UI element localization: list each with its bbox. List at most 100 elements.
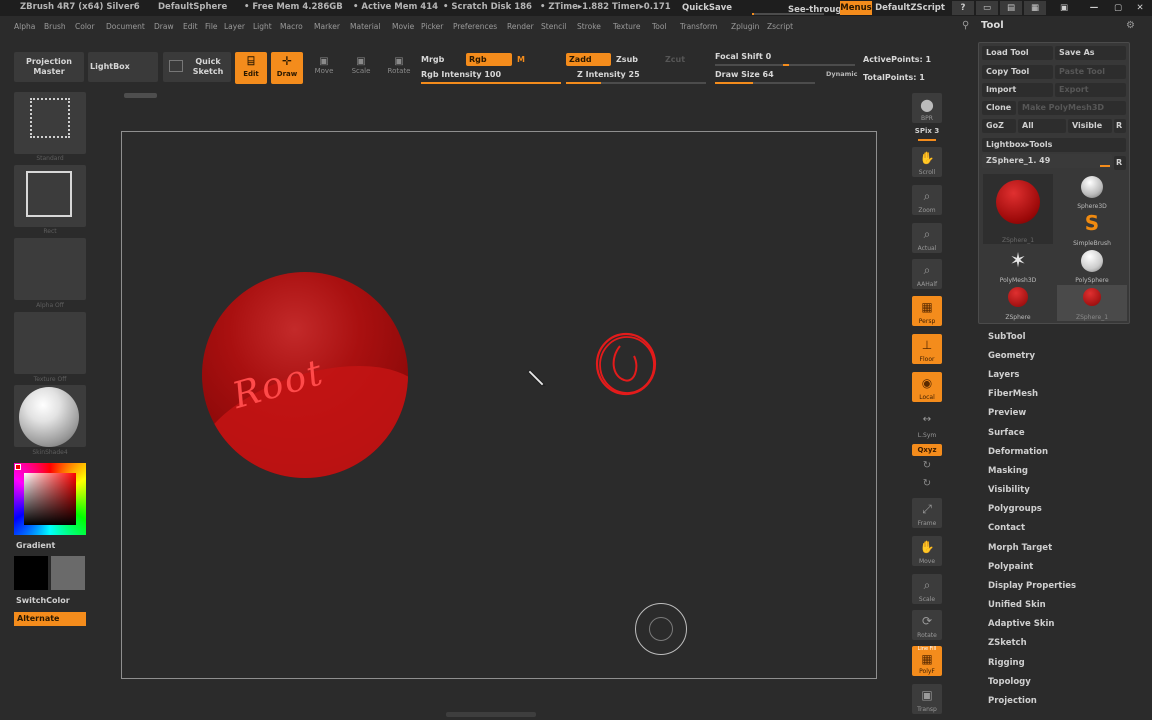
menu-movie[interactable]: Movie xyxy=(392,22,414,31)
lightbox-button[interactable]: LightBox xyxy=(88,52,158,82)
tool-thumb-zsphere[interactable]: ZSphere xyxy=(983,285,1053,321)
default-zscript-button[interactable]: DefaultZScript xyxy=(874,1,946,15)
pin-icon[interactable]: ⚲ xyxy=(962,20,969,31)
goz-visible-button[interactable]: Visible xyxy=(1068,119,1112,133)
material-selector[interactable] xyxy=(14,385,86,447)
menu-tool[interactable]: Tool xyxy=(652,22,667,31)
rgb-button[interactable]: Rgb xyxy=(466,53,512,66)
menu-draw[interactable]: Draw xyxy=(154,22,174,31)
topology-section[interactable]: Topology xyxy=(988,677,1031,687)
rgb-intensity-slider[interactable] xyxy=(421,82,561,84)
m-button[interactable]: M xyxy=(517,55,525,64)
clone-button[interactable]: Clone xyxy=(982,101,1016,115)
focal-shift-slider[interactable] xyxy=(715,64,855,66)
root-zsphere[interactable]: Root xyxy=(202,272,408,478)
zsketch-section[interactable]: ZSketch xyxy=(988,638,1027,648)
zsub-button[interactable]: Zsub xyxy=(616,55,638,64)
import-button[interactable]: Import xyxy=(982,83,1053,97)
menu-file[interactable]: File xyxy=(205,22,218,31)
stroke-selector[interactable] xyxy=(14,165,86,227)
tool-thumb-sphere3d[interactable]: Sphere3D xyxy=(1057,174,1127,210)
morph-target-section[interactable]: Morph Target xyxy=(988,543,1052,553)
close-icon[interactable]: ✕ xyxy=(1130,1,1150,15)
frame-button[interactable]: ⤢ Frame xyxy=(912,498,942,528)
draw-button[interactable]: ✛ Draw xyxy=(271,52,303,84)
menu-document[interactable]: Document xyxy=(106,22,145,31)
layers-section[interactable]: Layers xyxy=(988,370,1019,380)
aahalf-button[interactable]: ⌕ AAHalf xyxy=(912,259,942,289)
unified-skin-section[interactable]: Unified Skin xyxy=(988,600,1046,610)
lightbox-tools-button[interactable]: Lightbox▸Tools xyxy=(982,138,1126,152)
menu-light[interactable]: Light xyxy=(253,22,272,31)
scroll-button[interactable]: ✋ Scroll xyxy=(912,147,942,177)
scale-view-button[interactable]: ⌕ Scale xyxy=(912,574,942,604)
geometry-section[interactable]: Geometry xyxy=(988,351,1035,361)
tool-thumb-polysphere[interactable]: PolySphere xyxy=(1057,248,1127,284)
brush-selector[interactable] xyxy=(14,92,86,154)
goz-button[interactable]: GoZ xyxy=(982,119,1016,133)
alternate-button[interactable]: Alternate xyxy=(14,612,86,626)
bpr-button[interactable]: ● BPR xyxy=(912,93,942,123)
menu-render[interactable]: Render xyxy=(507,22,534,31)
saturation-square[interactable] xyxy=(24,473,76,525)
persp-button[interactable]: ▦ Persp xyxy=(912,296,942,326)
move-view-button[interactable]: ✋ Move xyxy=(912,536,942,566)
alpha-selector[interactable] xyxy=(14,238,86,300)
help-icon[interactable]: ? xyxy=(952,1,974,15)
subtool-section[interactable]: SubTool xyxy=(988,332,1026,342)
layout-icon[interactable]: ▭ xyxy=(976,1,998,15)
menu-color[interactable]: Color xyxy=(75,22,95,31)
menu-layer[interactable]: Layer xyxy=(224,22,245,31)
menu-material[interactable]: Material xyxy=(350,22,380,31)
switch-color-button[interactable]: SwitchColor xyxy=(16,596,70,605)
fibermesh-section[interactable]: FiberMesh xyxy=(988,389,1038,399)
visibility-section[interactable]: Visibility xyxy=(988,485,1030,495)
menu-stroke[interactable]: Stroke xyxy=(577,22,601,31)
masking-section[interactable]: Masking xyxy=(988,466,1028,476)
tile-icon[interactable]: ▦ xyxy=(1024,1,1046,15)
mrgb-button[interactable]: Mrgb xyxy=(421,55,444,64)
maximize-icon[interactable]: ▢ xyxy=(1108,1,1128,15)
draw-size-slider[interactable] xyxy=(715,82,815,84)
minimize-icon[interactable]: — xyxy=(1084,1,1104,15)
dynamic-button[interactable]: Dynamic xyxy=(826,70,858,78)
xyz-button[interactable]: Qxyz xyxy=(912,444,942,456)
lsym-button[interactable]: ↔ L.Sym xyxy=(912,410,942,440)
palette-icon[interactable]: ▤ xyxy=(1000,1,1022,15)
bottom-tray-handle[interactable] xyxy=(446,712,536,717)
export-button[interactable]: Export xyxy=(1055,83,1126,97)
contact-section[interactable]: Contact xyxy=(988,523,1025,533)
paste-tool-button[interactable]: Paste Tool xyxy=(1055,65,1126,79)
menus-button[interactable]: Menus xyxy=(840,1,872,15)
gradient-label[interactable]: Gradient xyxy=(16,541,55,550)
save-icon[interactable]: ▣ xyxy=(1054,1,1074,15)
surface-section[interactable]: Surface xyxy=(988,428,1025,438)
deformation-section[interactable]: Deformation xyxy=(988,447,1048,457)
quick-sketch-button[interactable]: Quick Sketch xyxy=(163,52,231,82)
rotate-z-icon[interactable]: ↻ xyxy=(920,478,934,492)
tool-thumb-simplebrush[interactable]: S SimpleBrush xyxy=(1057,211,1127,247)
rotate-button[interactable]: ▣ Rotate xyxy=(386,56,412,75)
spix-slider[interactable] xyxy=(918,139,936,141)
menu-edit[interactable]: Edit xyxy=(183,22,198,31)
menu-transform[interactable]: Transform xyxy=(680,22,717,31)
menu-brush[interactable]: Brush xyxy=(44,22,66,31)
menu-zscript[interactable]: Zscript xyxy=(767,22,793,31)
transp-button[interactable]: ▣ Transp xyxy=(912,684,942,714)
spix-label[interactable]: SPix 3 xyxy=(912,127,942,135)
polyf-button[interactable]: Line Fill ▦ PolyF xyxy=(912,646,942,676)
zadd-button[interactable]: Zadd xyxy=(566,53,611,66)
projection-section[interactable]: Projection xyxy=(988,696,1037,706)
tool-palette-title[interactable]: Tool xyxy=(981,20,1004,31)
rigging-section[interactable]: Rigging xyxy=(988,658,1025,668)
current-tool-slider[interactable]: ZSphere_1. 49 xyxy=(982,154,1112,168)
rotate-y-icon[interactable]: ↻ xyxy=(920,460,934,474)
polypaint-section[interactable]: Polypaint xyxy=(988,562,1033,572)
save-as-button[interactable]: Save As xyxy=(1055,46,1126,60)
preview-section[interactable]: Preview xyxy=(988,408,1026,418)
main-color-swatch[interactable] xyxy=(14,556,48,590)
edit-button[interactable]: ⌸ Edit xyxy=(235,52,267,84)
menu-picker[interactable]: Picker xyxy=(421,22,443,31)
texture-selector[interactable] xyxy=(14,312,86,374)
zoom-button[interactable]: ⌕ Zoom xyxy=(912,185,942,215)
